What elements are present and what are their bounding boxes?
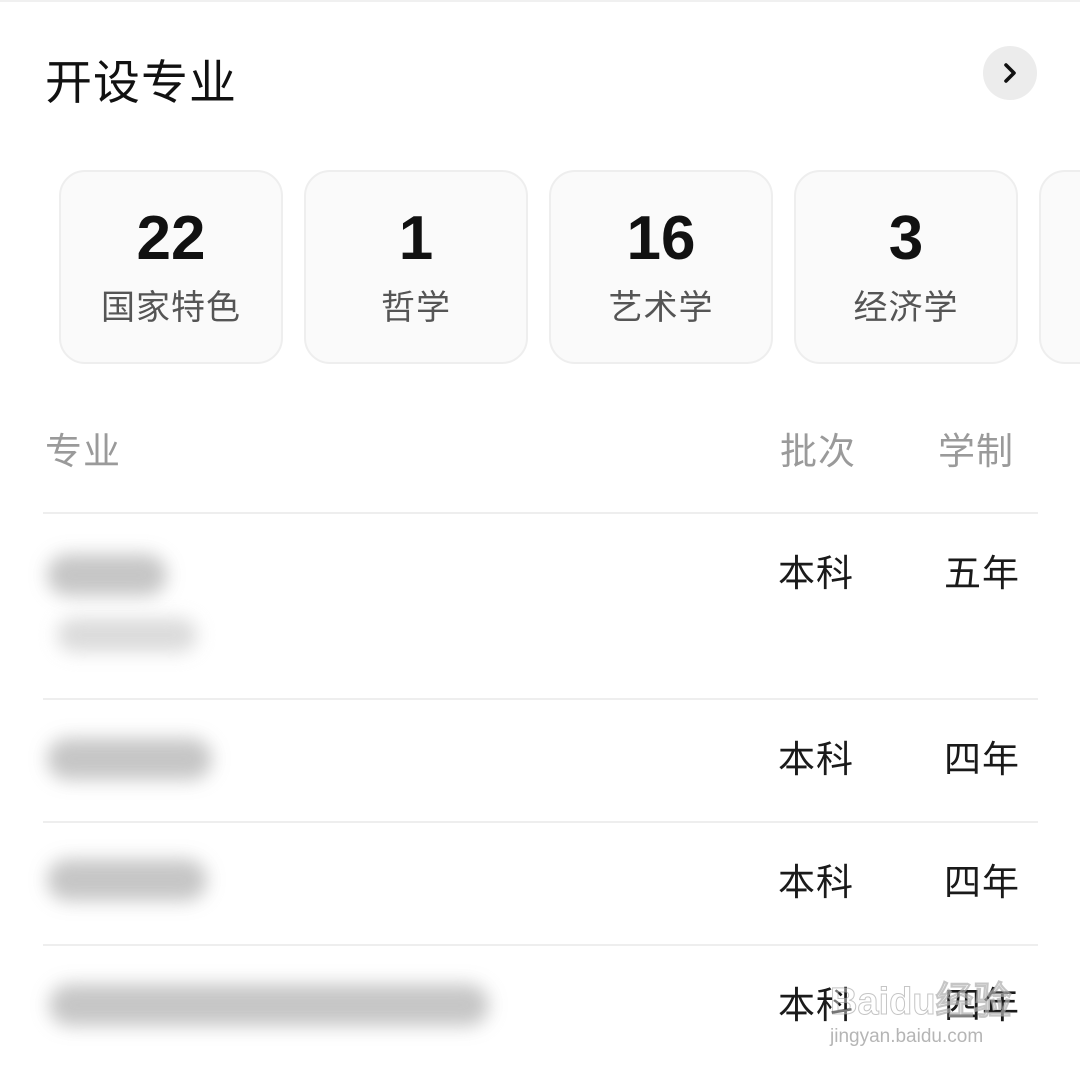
table-row[interactable]: 本科 四年 xyxy=(43,698,1038,821)
years-cell: 四年 xyxy=(944,738,1020,781)
category-label: 经济学 xyxy=(853,288,959,328)
table-row[interactable]: 本科 四年 xyxy=(43,821,1038,944)
category-card-economics[interactable]: 3 经济学 xyxy=(794,170,1018,364)
category-label: 国家特色 xyxy=(101,288,241,328)
batch-cell: 本科 xyxy=(778,984,854,1027)
category-label: 哲学 xyxy=(381,288,451,328)
blurred-major-name xyxy=(47,859,207,901)
years-cell: 四年 xyxy=(944,984,1020,1027)
category-count: 22 xyxy=(136,204,206,273)
category-card-art[interactable]: 16 艺术学 xyxy=(549,170,773,364)
majors-page: 开设专业 22 国家特色 1 哲学 16 艺术学 3 经济学 专业 批次 学制 xyxy=(0,0,1080,1080)
category-strip[interactable]: 22 国家特色 1 哲学 16 艺术学 3 经济学 xyxy=(0,168,1080,368)
batch-cell: 本科 xyxy=(778,552,854,595)
years-cell: 四年 xyxy=(944,861,1020,904)
blurred-major-tag xyxy=(57,618,197,652)
top-divider xyxy=(0,0,1080,2)
category-card-national-featured[interactable]: 22 国家特色 xyxy=(59,170,283,364)
section-title: 开设专业 xyxy=(45,56,237,111)
blurred-major-name xyxy=(47,738,212,780)
category-count: 1 xyxy=(398,204,434,273)
chevron-right-icon xyxy=(999,62,1021,84)
table-row[interactable]: 本科 四年 xyxy=(43,944,1038,1070)
batch-cell: 本科 xyxy=(778,861,854,904)
column-header-major: 专业 xyxy=(45,430,121,473)
category-label: 艺术学 xyxy=(608,288,714,328)
years-cell: 五年 xyxy=(944,552,1020,595)
more-button[interactable] xyxy=(983,46,1037,100)
category-count: 3 xyxy=(888,204,924,273)
column-header-batch: 批次 xyxy=(780,430,856,473)
category-card-partial[interactable] xyxy=(1039,170,1080,364)
table-header: 专业 批次 学制 xyxy=(0,424,1080,484)
batch-cell: 本科 xyxy=(778,738,854,781)
category-count: 16 xyxy=(626,204,696,273)
category-card-philosophy[interactable]: 1 哲学 xyxy=(304,170,528,364)
blurred-major-name xyxy=(49,984,489,1026)
table-row[interactable]: 本科 五年 xyxy=(43,512,1038,698)
column-header-years: 学制 xyxy=(938,430,1014,473)
blurred-major-name xyxy=(47,554,167,596)
